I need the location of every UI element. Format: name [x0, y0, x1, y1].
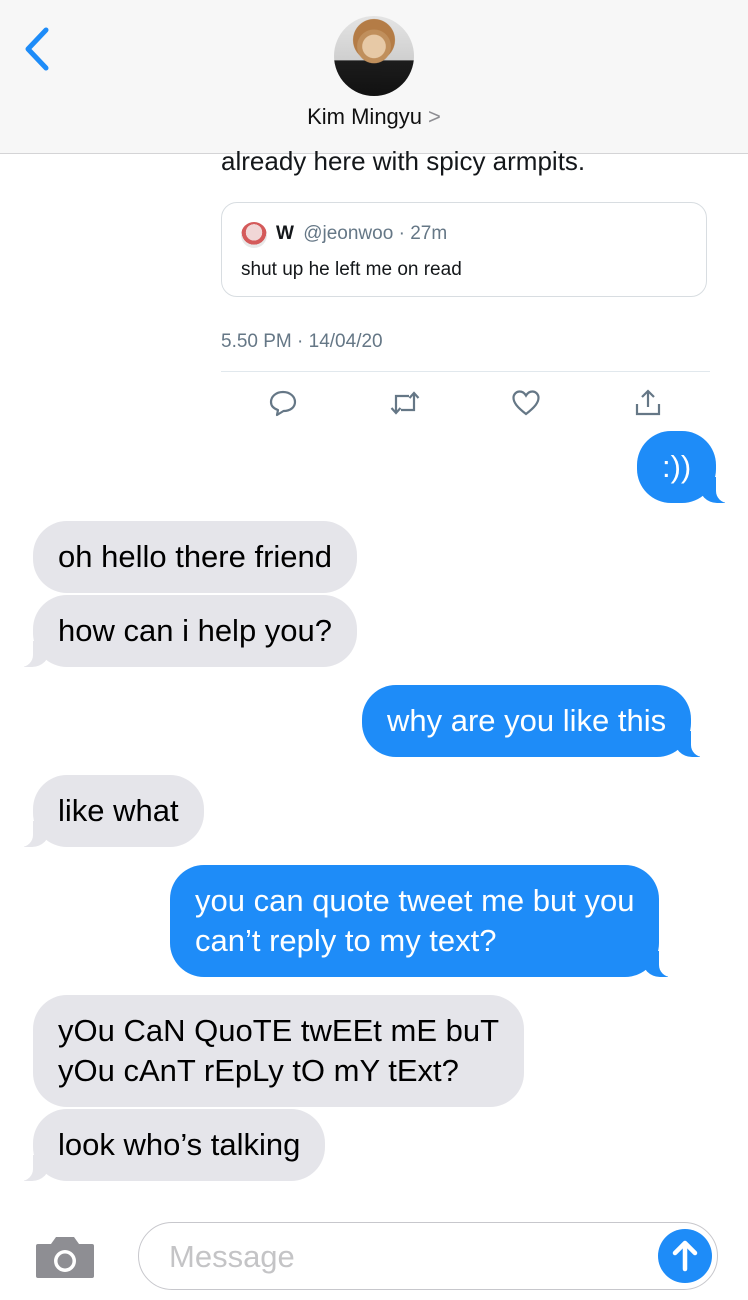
message-text: oh hello there friend	[58, 539, 333, 574]
retweet-button[interactable]	[389, 388, 420, 418]
message-bubble-received[interactable]: how can i help you?	[10, 595, 358, 667]
message-field[interactable]	[138, 1222, 718, 1290]
message-text-line: can’t reply to my text?	[195, 923, 497, 958]
tweet-timestamp: 5.50 PM · 14/04/20	[221, 331, 383, 352]
message-text-line: yOu CaN QuoTE twEEt mE buT	[58, 1013, 500, 1048]
quoted-text: shut up he left me on read	[241, 259, 462, 280]
quoted-handle: @jeonwoo	[303, 223, 394, 244]
camera-icon	[36, 1237, 94, 1278]
share-button[interactable]	[633, 388, 663, 418]
arrow-up-icon	[672, 1240, 698, 1272]
conversation-header: Kim Mingyu >	[0, 0, 748, 154]
message-bubble-received[interactable]: oh hello there friend	[33, 521, 358, 593]
message-bubble-sent[interactable]: :))	[637, 431, 739, 503]
contact-avatar[interactable]	[334, 16, 414, 96]
quoted-avatar	[241, 222, 267, 248]
quoted-name: W	[276, 223, 294, 244]
like-button[interactable]	[511, 388, 541, 418]
back-button[interactable]	[20, 26, 56, 72]
quoted-tweet[interactable]: W @jeonwoo · 27m shut up he left me on r…	[221, 202, 707, 297]
send-button[interactable]	[658, 1229, 712, 1283]
quoted-tweet-header: W @jeonwoo · 27m	[276, 223, 447, 245]
message-bubble-sent[interactable]: you can quote tweet me but you can’t rep…	[170, 865, 682, 977]
message-text-line: yOu cAnT rEpLy tO mY tExt?	[58, 1053, 459, 1088]
quoted-separator: ·	[398, 223, 405, 244]
chevron-right-icon: >	[428, 104, 441, 129]
message-text: :))	[662, 449, 692, 484]
retweet-icon	[390, 391, 420, 415]
camera-button[interactable]	[34, 1232, 96, 1280]
message-bubble-sent[interactable]: why are you like this	[362, 685, 714, 757]
message-text-line: you can quote tweet me but you	[195, 883, 635, 918]
message-input[interactable]	[167, 1233, 641, 1281]
tweet-divider	[221, 371, 710, 372]
like-icon	[512, 390, 540, 416]
reply-button[interactable]	[268, 388, 298, 418]
share-icon	[635, 389, 661, 416]
chevron-left-icon	[25, 27, 49, 71]
contact-name-button[interactable]: Kim Mingyu >	[0, 104, 748, 130]
contact-name: Kim Mingyu	[307, 104, 423, 129]
tweet-text: already here with spicy armpits.	[221, 146, 586, 176]
reply-icon	[269, 390, 297, 417]
message-text: like what	[58, 793, 179, 828]
message-text: look who’s talking	[58, 1127, 301, 1162]
quoted-age: 27m	[410, 223, 448, 244]
message-bubble-received[interactable]: like what	[11, 775, 204, 847]
message-text: why are you like this	[387, 703, 667, 738]
message-text: how can i help you?	[58, 613, 333, 648]
message-bubble-received[interactable]: yOu CaN QuoTE twEEt mE buT yOu cAnT rEpL…	[33, 995, 525, 1107]
message-bubble-received[interactable]: look who’s talking	[10, 1109, 326, 1181]
